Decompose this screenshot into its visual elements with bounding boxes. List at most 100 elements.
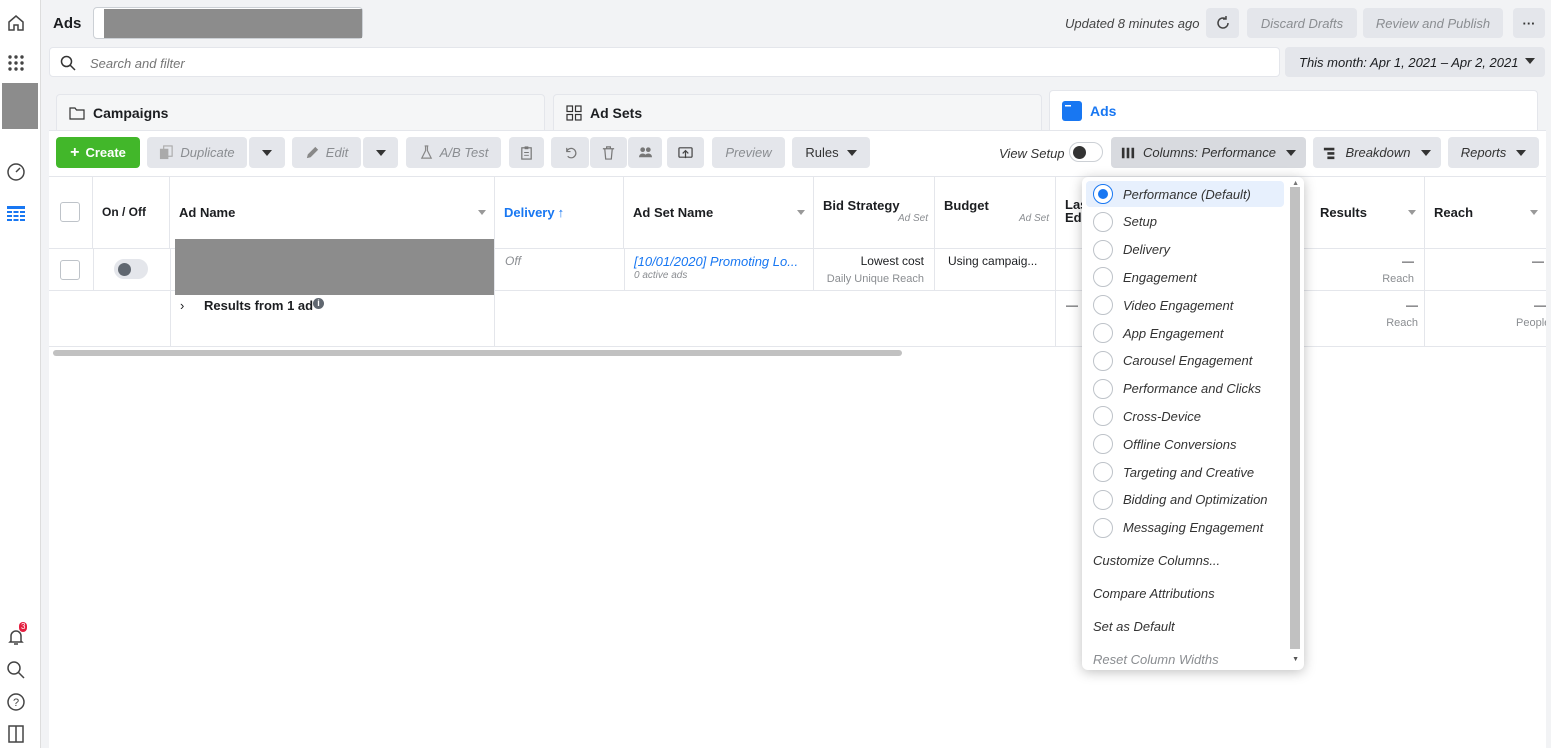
clipboard-button[interactable] bbox=[509, 137, 544, 168]
column-header-reach[interactable]: Reach bbox=[1425, 177, 1546, 249]
ab-test-button[interactable]: A/B Test bbox=[406, 137, 501, 168]
radio-button[interactable] bbox=[1093, 350, 1113, 371]
radio-button[interactable] bbox=[1093, 489, 1113, 510]
edit-dropdown-button[interactable] bbox=[363, 137, 398, 168]
refresh-button[interactable] bbox=[1206, 8, 1239, 38]
help-icon[interactable]: ? bbox=[5, 691, 27, 713]
view-setup-toggle[interactable] bbox=[1069, 142, 1103, 162]
column-header-results[interactable]: Results bbox=[1296, 177, 1425, 249]
chevron-down-icon bbox=[797, 210, 805, 215]
flask-icon bbox=[420, 145, 432, 159]
more-options-button[interactable]: ··· bbox=[1513, 8, 1545, 38]
radio-button[interactable] bbox=[1093, 211, 1113, 232]
column-header-budget[interactable]: Budget Ad Set bbox=[935, 177, 1056, 249]
collapse-panel-icon[interactable] bbox=[5, 723, 27, 745]
rules-button[interactable]: Rules bbox=[792, 137, 870, 168]
column-header-delivery[interactable]: Delivery ↑ bbox=[495, 177, 624, 249]
column-preset-option[interactable]: Bidding and Optimization bbox=[1086, 487, 1284, 513]
ad-on-off-toggle[interactable] bbox=[114, 259, 148, 279]
row-checkbox[interactable] bbox=[60, 260, 80, 280]
column-preset-option[interactable]: Engagement bbox=[1086, 264, 1284, 290]
radio-button[interactable] bbox=[1093, 378, 1113, 399]
create-button[interactable]: + Create bbox=[56, 137, 140, 168]
compare-attributions-item[interactable]: Compare Attributions bbox=[1093, 586, 1215, 601]
duplicate-dropdown-button[interactable] bbox=[249, 137, 285, 168]
reset-column-widths-item[interactable]: Reset Column Widths bbox=[1093, 652, 1219, 667]
info-icon[interactable]: i bbox=[313, 298, 324, 309]
column-preset-option[interactable]: Video Engagement bbox=[1086, 292, 1284, 318]
column-preset-option[interactable]: Targeting and Creative bbox=[1086, 459, 1284, 485]
radio-button[interactable] bbox=[1093, 184, 1113, 204]
reports-button[interactable]: Reports bbox=[1448, 137, 1539, 168]
duplicate-button[interactable]: Duplicate bbox=[147, 137, 247, 168]
column-header-ad-set-name[interactable]: Ad Set Name bbox=[624, 177, 814, 249]
customize-columns-item[interactable]: Customize Columns... bbox=[1093, 553, 1220, 568]
radio-button[interactable] bbox=[1093, 323, 1113, 343]
dropdown-scrollbar[interactable] bbox=[1290, 187, 1300, 649]
dashboard-gauge-icon[interactable] bbox=[5, 161, 27, 183]
horizontal-scrollbar[interactable] bbox=[53, 350, 902, 356]
column-preset-option[interactable]: Offline Conversions bbox=[1086, 431, 1284, 457]
columns-icon bbox=[1121, 147, 1135, 158]
column-preset-option[interactable]: Delivery bbox=[1086, 237, 1284, 263]
tab-campaigns[interactable]: Campaigns bbox=[56, 94, 545, 130]
column-preset-option[interactable]: Performance (Default) bbox=[1086, 181, 1284, 207]
discard-drafts-button[interactable]: Discard Drafts bbox=[1247, 8, 1357, 38]
scroll-down-arrow-icon[interactable]: ▼ bbox=[1292, 656, 1299, 663]
columns-button[interactable]: Columns: Performance bbox=[1111, 137, 1306, 168]
radio-button[interactable] bbox=[1093, 517, 1113, 538]
radio-button[interactable] bbox=[1093, 239, 1113, 260]
tab-ads-label: Ads bbox=[1090, 102, 1117, 119]
tab-ads[interactable]: Ads bbox=[1049, 90, 1538, 130]
tab-campaigns-label: Campaigns bbox=[93, 104, 169, 121]
edit-button[interactable]: Edit bbox=[292, 137, 361, 168]
preview-button[interactable]: Preview bbox=[712, 137, 785, 168]
select-all-checkbox[interactable] bbox=[60, 202, 80, 222]
export-button[interactable] bbox=[667, 137, 704, 168]
expand-chevron-icon[interactable]: › bbox=[180, 298, 184, 313]
undo-button[interactable] bbox=[551, 137, 589, 168]
column-header-on-off[interactable]: On / Off bbox=[93, 177, 170, 249]
radio-button[interactable] bbox=[1093, 295, 1113, 316]
column-preset-label: Messaging Engagement bbox=[1123, 520, 1264, 536]
radio-button[interactable] bbox=[1093, 406, 1113, 427]
column-preset-option[interactable]: App Engagement bbox=[1086, 320, 1284, 346]
delete-button[interactable] bbox=[590, 137, 627, 168]
ad-set-link[interactable]: [10/01/2020] Promoting Lo... bbox=[634, 254, 798, 269]
column-preset-option[interactable]: Messaging Engagement bbox=[1086, 515, 1284, 541]
radio-button[interactable] bbox=[1093, 434, 1113, 455]
left-nav: 3 ? bbox=[0, 0, 41, 748]
radio-button[interactable] bbox=[1093, 462, 1113, 482]
reach-header-label: Reach bbox=[1434, 205, 1474, 220]
tab-ad-sets[interactable]: Ad Sets bbox=[553, 94, 1042, 130]
audience-button[interactable] bbox=[628, 137, 662, 168]
apps-grid-icon[interactable] bbox=[5, 52, 27, 74]
account-selector[interactable] bbox=[93, 7, 363, 39]
col-divider bbox=[93, 249, 94, 291]
notifications-bell-icon[interactable]: 3 bbox=[5, 622, 28, 648]
ads-manager-table-icon[interactable] bbox=[5, 202, 27, 224]
search-input[interactable] bbox=[90, 53, 890, 73]
notification-count-badge: 3 bbox=[19, 622, 28, 632]
last-updated-text: Updated 8 minutes ago bbox=[1065, 16, 1200, 31]
search-icon[interactable] bbox=[5, 659, 27, 681]
column-preset-option[interactable]: Setup bbox=[1086, 209, 1284, 235]
column-preset-option[interactable]: Cross-Device bbox=[1086, 403, 1284, 429]
ad-icon bbox=[1062, 100, 1082, 121]
duplicate-label: Duplicate bbox=[180, 145, 235, 160]
scroll-up-arrow-icon[interactable]: ▲ bbox=[1292, 180, 1299, 187]
breakdown-icon bbox=[1324, 147, 1335, 159]
breakdown-button[interactable]: Breakdown bbox=[1313, 137, 1441, 168]
results-summary-label: Results from 1 ad bbox=[204, 298, 314, 313]
radio-button[interactable] bbox=[1093, 267, 1113, 288]
search-bar[interactable] bbox=[49, 47, 1280, 77]
column-preset-option[interactable]: Carousel Engagement bbox=[1086, 348, 1284, 374]
set-as-default-item[interactable]: Set as Default bbox=[1093, 619, 1175, 634]
col-divider bbox=[494, 249, 495, 347]
review-and-publish-button[interactable]: Review and Publish bbox=[1363, 8, 1503, 38]
home-icon[interactable] bbox=[5, 12, 27, 34]
date-range-picker[interactable]: This month: Apr 1, 2021 – Apr 2, 2021 bbox=[1285, 47, 1545, 77]
account-avatar[interactable] bbox=[2, 83, 38, 129]
column-header-bid-strategy[interactable]: Bid Strategy Ad Set bbox=[814, 177, 935, 249]
column-preset-option[interactable]: Performance and Clicks bbox=[1086, 376, 1284, 402]
